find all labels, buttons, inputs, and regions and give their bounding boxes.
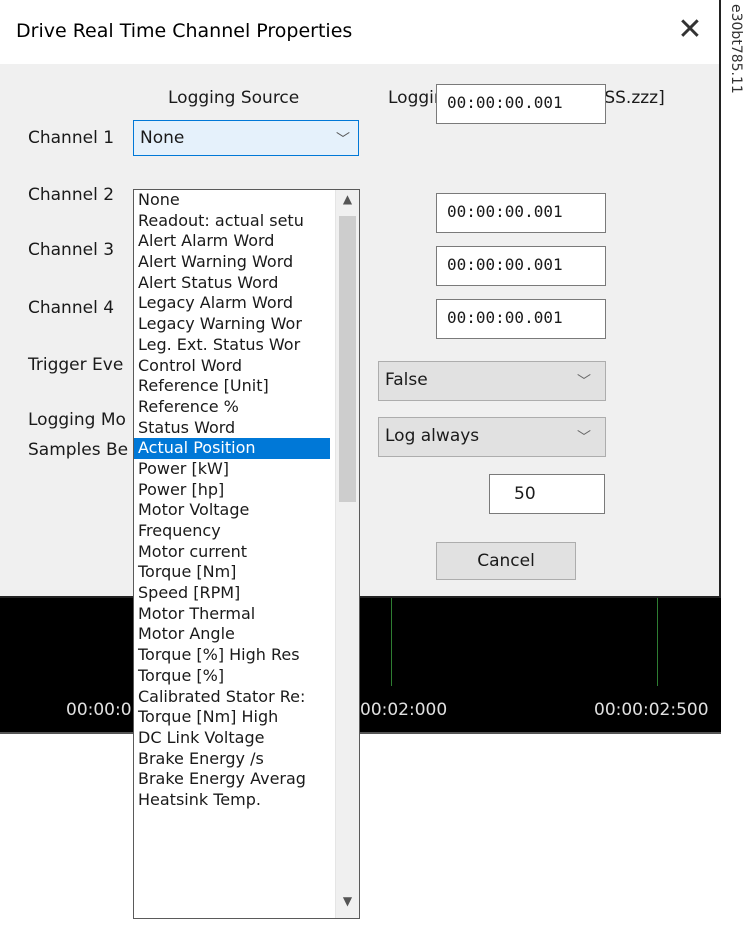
chevron-down-icon: ﹀ bbox=[577, 374, 591, 390]
logging-mode-combo[interactable]: Log always ﹀ bbox=[378, 417, 606, 457]
dropdown-option[interactable]: Torque [%] High Res bbox=[134, 645, 330, 666]
chevron-down-icon: ﹀ bbox=[336, 132, 350, 148]
dropdown-option[interactable]: Brake Energy /s bbox=[134, 749, 330, 770]
dropdown-option[interactable]: Motor current bbox=[134, 542, 330, 563]
logging-mode-label: Logging Mo bbox=[28, 410, 126, 430]
timeline-panel: 00:00:0 00:02:000 00:00:02:500 bbox=[0, 598, 756, 734]
dropdown-option[interactable]: Legacy Warning Wor bbox=[134, 314, 330, 335]
samples-label: Samples Be bbox=[28, 440, 129, 460]
dropdown-option[interactable]: Alert Warning Word bbox=[134, 252, 330, 273]
dropdown-option[interactable]: Reference [Unit] bbox=[134, 376, 330, 397]
dropdown-option[interactable]: Motor Angle bbox=[134, 624, 330, 645]
dropdown-option[interactable]: Actual Position bbox=[134, 438, 330, 459]
dropdown-option[interactable]: Heatsink Temp. bbox=[134, 790, 330, 811]
dropdown-option[interactable]: Brake Energy Averag bbox=[134, 769, 330, 790]
dropdown-option[interactable]: Alert Alarm Word bbox=[134, 231, 330, 252]
grid-line bbox=[391, 598, 392, 686]
channel1-label: Channel 1 bbox=[28, 128, 115, 148]
dropdown-option[interactable]: Leg. Ext. Status Wor bbox=[134, 335, 330, 356]
channel-properties-dialog: Drive Real Time Channel Properties ✕ Log… bbox=[0, 0, 721, 598]
dropdown-option[interactable]: None bbox=[134, 190, 330, 211]
channel1-source-value: None bbox=[140, 128, 185, 148]
dropdown-options: None Readout: actual setu Alert Alarm Word… bbox=[134, 190, 359, 811]
dropdown-option[interactable]: Calibrated Stator Re: bbox=[134, 687, 330, 708]
trigger-event-combo[interactable]: False ﹀ bbox=[378, 361, 606, 401]
close-icon[interactable]: ✕ bbox=[672, 12, 708, 48]
dropdown-option[interactable]: Alert Status Word bbox=[134, 273, 330, 294]
time-tick: 00:00:02:500 bbox=[594, 700, 709, 720]
timeline-band bbox=[0, 598, 721, 686]
channel1-interval-input[interactable]: 00:00:00.001 bbox=[436, 84, 606, 124]
dropdown-option[interactable]: Status Word bbox=[134, 418, 330, 439]
dropdown-option[interactable]: Motor Thermal bbox=[134, 604, 330, 625]
scrollbar-thumb[interactable] bbox=[339, 216, 356, 502]
logging-mode-value: Log always bbox=[385, 426, 480, 446]
dropdown-option[interactable]: Torque [%] bbox=[134, 666, 330, 687]
dropdown-option[interactable]: Reference % bbox=[134, 397, 330, 418]
dropdown-option[interactable]: Legacy Alarm Word bbox=[134, 293, 330, 314]
scroll-down-icon[interactable]: ▼ bbox=[336, 894, 359, 916]
dropdown-option[interactable]: Torque [Nm] bbox=[134, 562, 330, 583]
dropdown-option[interactable]: Power [kW] bbox=[134, 459, 330, 480]
figure-code: e30bt785.11 bbox=[728, 4, 744, 94]
channel3-label: Channel 3 bbox=[28, 240, 115, 260]
chevron-down-icon: ﹀ bbox=[577, 430, 591, 446]
scroll-up-icon[interactable]: ▲ bbox=[336, 192, 359, 214]
cancel-button[interactable]: Cancel bbox=[436, 542, 576, 580]
dialog-title: Drive Real Time Channel Properties bbox=[16, 20, 353, 42]
dropdown-option[interactable]: DC Link Voltage bbox=[134, 728, 330, 749]
channel1-source-select[interactable]: None ﹀ bbox=[133, 120, 359, 156]
title-bar: Drive Real Time Channel Properties ✕ bbox=[0, 0, 719, 64]
logging-source-header: Logging Source bbox=[168, 88, 300, 108]
trigger-event-value: False bbox=[385, 370, 428, 390]
dropdown-option[interactable]: Torque [Nm] High bbox=[134, 707, 330, 728]
channel2-label: Channel 2 bbox=[28, 185, 115, 205]
time-tick: 00:02:000 bbox=[360, 700, 448, 720]
dropdown-option[interactable]: Motor Voltage bbox=[134, 500, 330, 521]
grid-line bbox=[657, 598, 658, 686]
channel4-label: Channel 4 bbox=[28, 298, 115, 318]
dropdown-scrollbar[interactable]: ▲ ▼ bbox=[335, 190, 359, 918]
trigger-event-label: Trigger Eve bbox=[28, 355, 124, 375]
dropdown-option[interactable]: Power [hp] bbox=[134, 480, 330, 501]
channel3-interval-input[interactable]: 00:00:00.001 bbox=[436, 246, 606, 286]
dropdown-option[interactable]: Readout: actual setu bbox=[134, 211, 330, 232]
samples-before-input[interactable]: 50 bbox=[489, 474, 605, 514]
divider bbox=[0, 732, 721, 734]
channel2-interval-input[interactable]: 00:00:00.001 bbox=[436, 193, 606, 233]
dropdown-option[interactable]: Frequency bbox=[134, 521, 330, 542]
time-tick: 00:00:0 bbox=[66, 700, 132, 720]
channel4-interval-input[interactable]: 00:00:00.001 bbox=[436, 299, 606, 339]
dropdown-option[interactable]: Speed [RPM] bbox=[134, 583, 330, 604]
dropdown-option[interactable]: Control Word bbox=[134, 356, 330, 377]
logging-source-dropdown-list[interactable]: None Readout: actual setu Alert Alarm Word… bbox=[133, 189, 360, 919]
